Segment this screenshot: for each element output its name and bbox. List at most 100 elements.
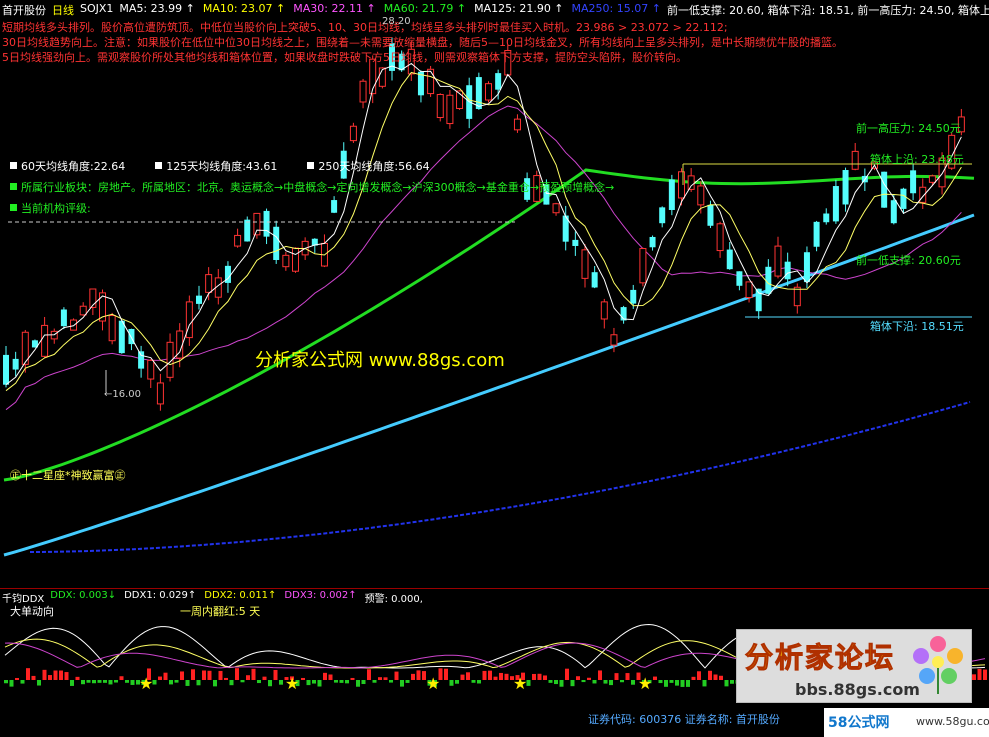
- ddx-bar: [394, 671, 399, 680]
- ddx-bar: [983, 669, 987, 680]
- candle-body: [282, 254, 290, 268]
- ddx-bar: [972, 674, 976, 680]
- ddx-bar: [383, 677, 388, 680]
- ddx-bar: [576, 676, 580, 680]
- ddx-bar: [614, 673, 619, 680]
- ma250-path: [30, 401, 971, 553]
- candle-body: [639, 248, 647, 284]
- ddx-bar: [603, 680, 608, 684]
- candle-body: [108, 315, 116, 342]
- ddx-bar: [4, 680, 8, 684]
- ddx-bar: [686, 680, 690, 687]
- candle-body: [890, 200, 897, 224]
- ddx-bar: [554, 680, 558, 685]
- candle-body: [446, 94, 454, 125]
- square-icon: [307, 162, 315, 169]
- ddx-bar: [125, 680, 129, 683]
- ddx-bar: [713, 674, 718, 680]
- ddx-bar: [97, 680, 102, 683]
- ddx-bar: [389, 680, 393, 683]
- note-line-3: 5日均线强劲向上。需观察股价所处其他均线和箱体位置，如果收盘时跌破下方5日均线，…: [2, 51, 687, 64]
- ddx-legend-item: DDX3: 0.002↑: [284, 590, 357, 601]
- ddx-bar: [411, 673, 415, 680]
- candle-body: [784, 261, 791, 280]
- ddx-bar: [207, 670, 212, 680]
- candle-body: [196, 295, 202, 304]
- candle-body: [649, 236, 656, 248]
- note-line-1: 短期均线多头排列。股价高位遭防筑顶。中低位当股价向上突破5、10、30日均线，均…: [2, 21, 728, 34]
- zodiac-label: ㊣十二星座*神致赢富㊣: [10, 469, 126, 482]
- candle-body: [600, 301, 608, 320]
- candle-body: [427, 68, 435, 95]
- ddx-bar: [26, 668, 30, 680]
- ddx-bar: [455, 680, 459, 684]
- box-top-label: 箱体上沿: 23.48元: [870, 153, 964, 166]
- angle-250: 250天均线角度:56.64: [307, 156, 430, 177]
- candle-body: [205, 274, 213, 293]
- candle-body: [774, 245, 782, 277]
- ddx-bar: [191, 669, 195, 680]
- ddx-bar: [477, 680, 481, 684]
- ddx-bar: [169, 680, 173, 685]
- candle-body: [485, 83, 492, 101]
- candle-body: [244, 219, 251, 242]
- ddx-bar: [658, 680, 663, 684]
- ddx-bar: [570, 680, 575, 687]
- candle-body: [678, 171, 685, 199]
- ddx-bar: [631, 680, 635, 685]
- ddx-bar: [108, 680, 113, 685]
- candle-body: [910, 170, 917, 194]
- ddx-bar: [202, 670, 206, 680]
- sector-info: 所属行业板块：房地产。所属地区：北京。奥运概念→中盘概念→定向增发概念→沪深30…: [10, 177, 614, 198]
- ddx-bar: [246, 675, 250, 680]
- ddx-bar: [356, 680, 360, 687]
- stock-name[interactable]: 首开股份: [2, 2, 46, 18]
- ddx-bar: [719, 675, 723, 680]
- ddx-bar: [482, 670, 487, 680]
- ddx-bar: [471, 680, 476, 683]
- forum-logo: 分析家论坛 bbs.88gs.com: [736, 629, 972, 703]
- ddx-bar: [185, 680, 190, 686]
- ddx-bar: [20, 680, 25, 684]
- ddx-week-count: 一周内翻红:5 天: [180, 605, 261, 618]
- candle-body: [234, 234, 242, 247]
- institution-rating: 当前机构评级:: [10, 198, 614, 219]
- candle-body: [832, 186, 839, 222]
- ddx-bar: [42, 669, 47, 680]
- indicator-name[interactable]: SOJX1: [80, 2, 113, 18]
- ddx-bar: [559, 680, 564, 687]
- ddx-bar: [367, 669, 371, 680]
- star-icon: ★: [285, 674, 299, 693]
- ddx-bar: [449, 680, 454, 686]
- candle-body: [12, 358, 19, 370]
- ddx-bar: [224, 677, 228, 680]
- ddx-bar: [268, 680, 272, 687]
- period-label[interactable]: 日线: [52, 2, 74, 18]
- candle-body: [581, 249, 589, 279]
- ddx-bar: [466, 672, 470, 680]
- ma-legend-item: MA250: 15.07 ↑: [571, 2, 661, 15]
- ddx-bar: [130, 680, 135, 685]
- candle-body: [881, 171, 888, 208]
- ddx-bar: [75, 676, 80, 680]
- ddx-bar: [504, 673, 509, 680]
- candle-body: [813, 221, 820, 247]
- watermark-text: 分析家公式网 www.88gs.com: [255, 350, 505, 371]
- ddx-bar: [664, 680, 668, 687]
- ddx-bar: [64, 672, 69, 680]
- level-legend: 前一低支撑: 20.60, 箱体下沿: 18.51, 前一高压力: 24.50,…: [666, 4, 989, 17]
- square-icon: [10, 162, 17, 169]
- flower-icon: [913, 636, 963, 694]
- ddx-bar: [548, 680, 553, 683]
- ddx-bar: [306, 680, 311, 686]
- site-badge: 58公式网 www.58gu.com: [824, 708, 989, 737]
- logo-url: bbs.88gs.com: [795, 680, 920, 699]
- ddx-bar: [730, 680, 734, 684]
- ddx-bar: [180, 671, 184, 680]
- candle-body: [273, 226, 280, 261]
- ddx-bar: [598, 670, 602, 680]
- candle-body: [3, 354, 9, 385]
- panel-divider: [0, 588, 989, 589]
- security-info: 证券代码: 600376 证券名称: 首开股份: [588, 713, 780, 726]
- ddx-legend-item: DDX: 0.003↓: [50, 590, 117, 601]
